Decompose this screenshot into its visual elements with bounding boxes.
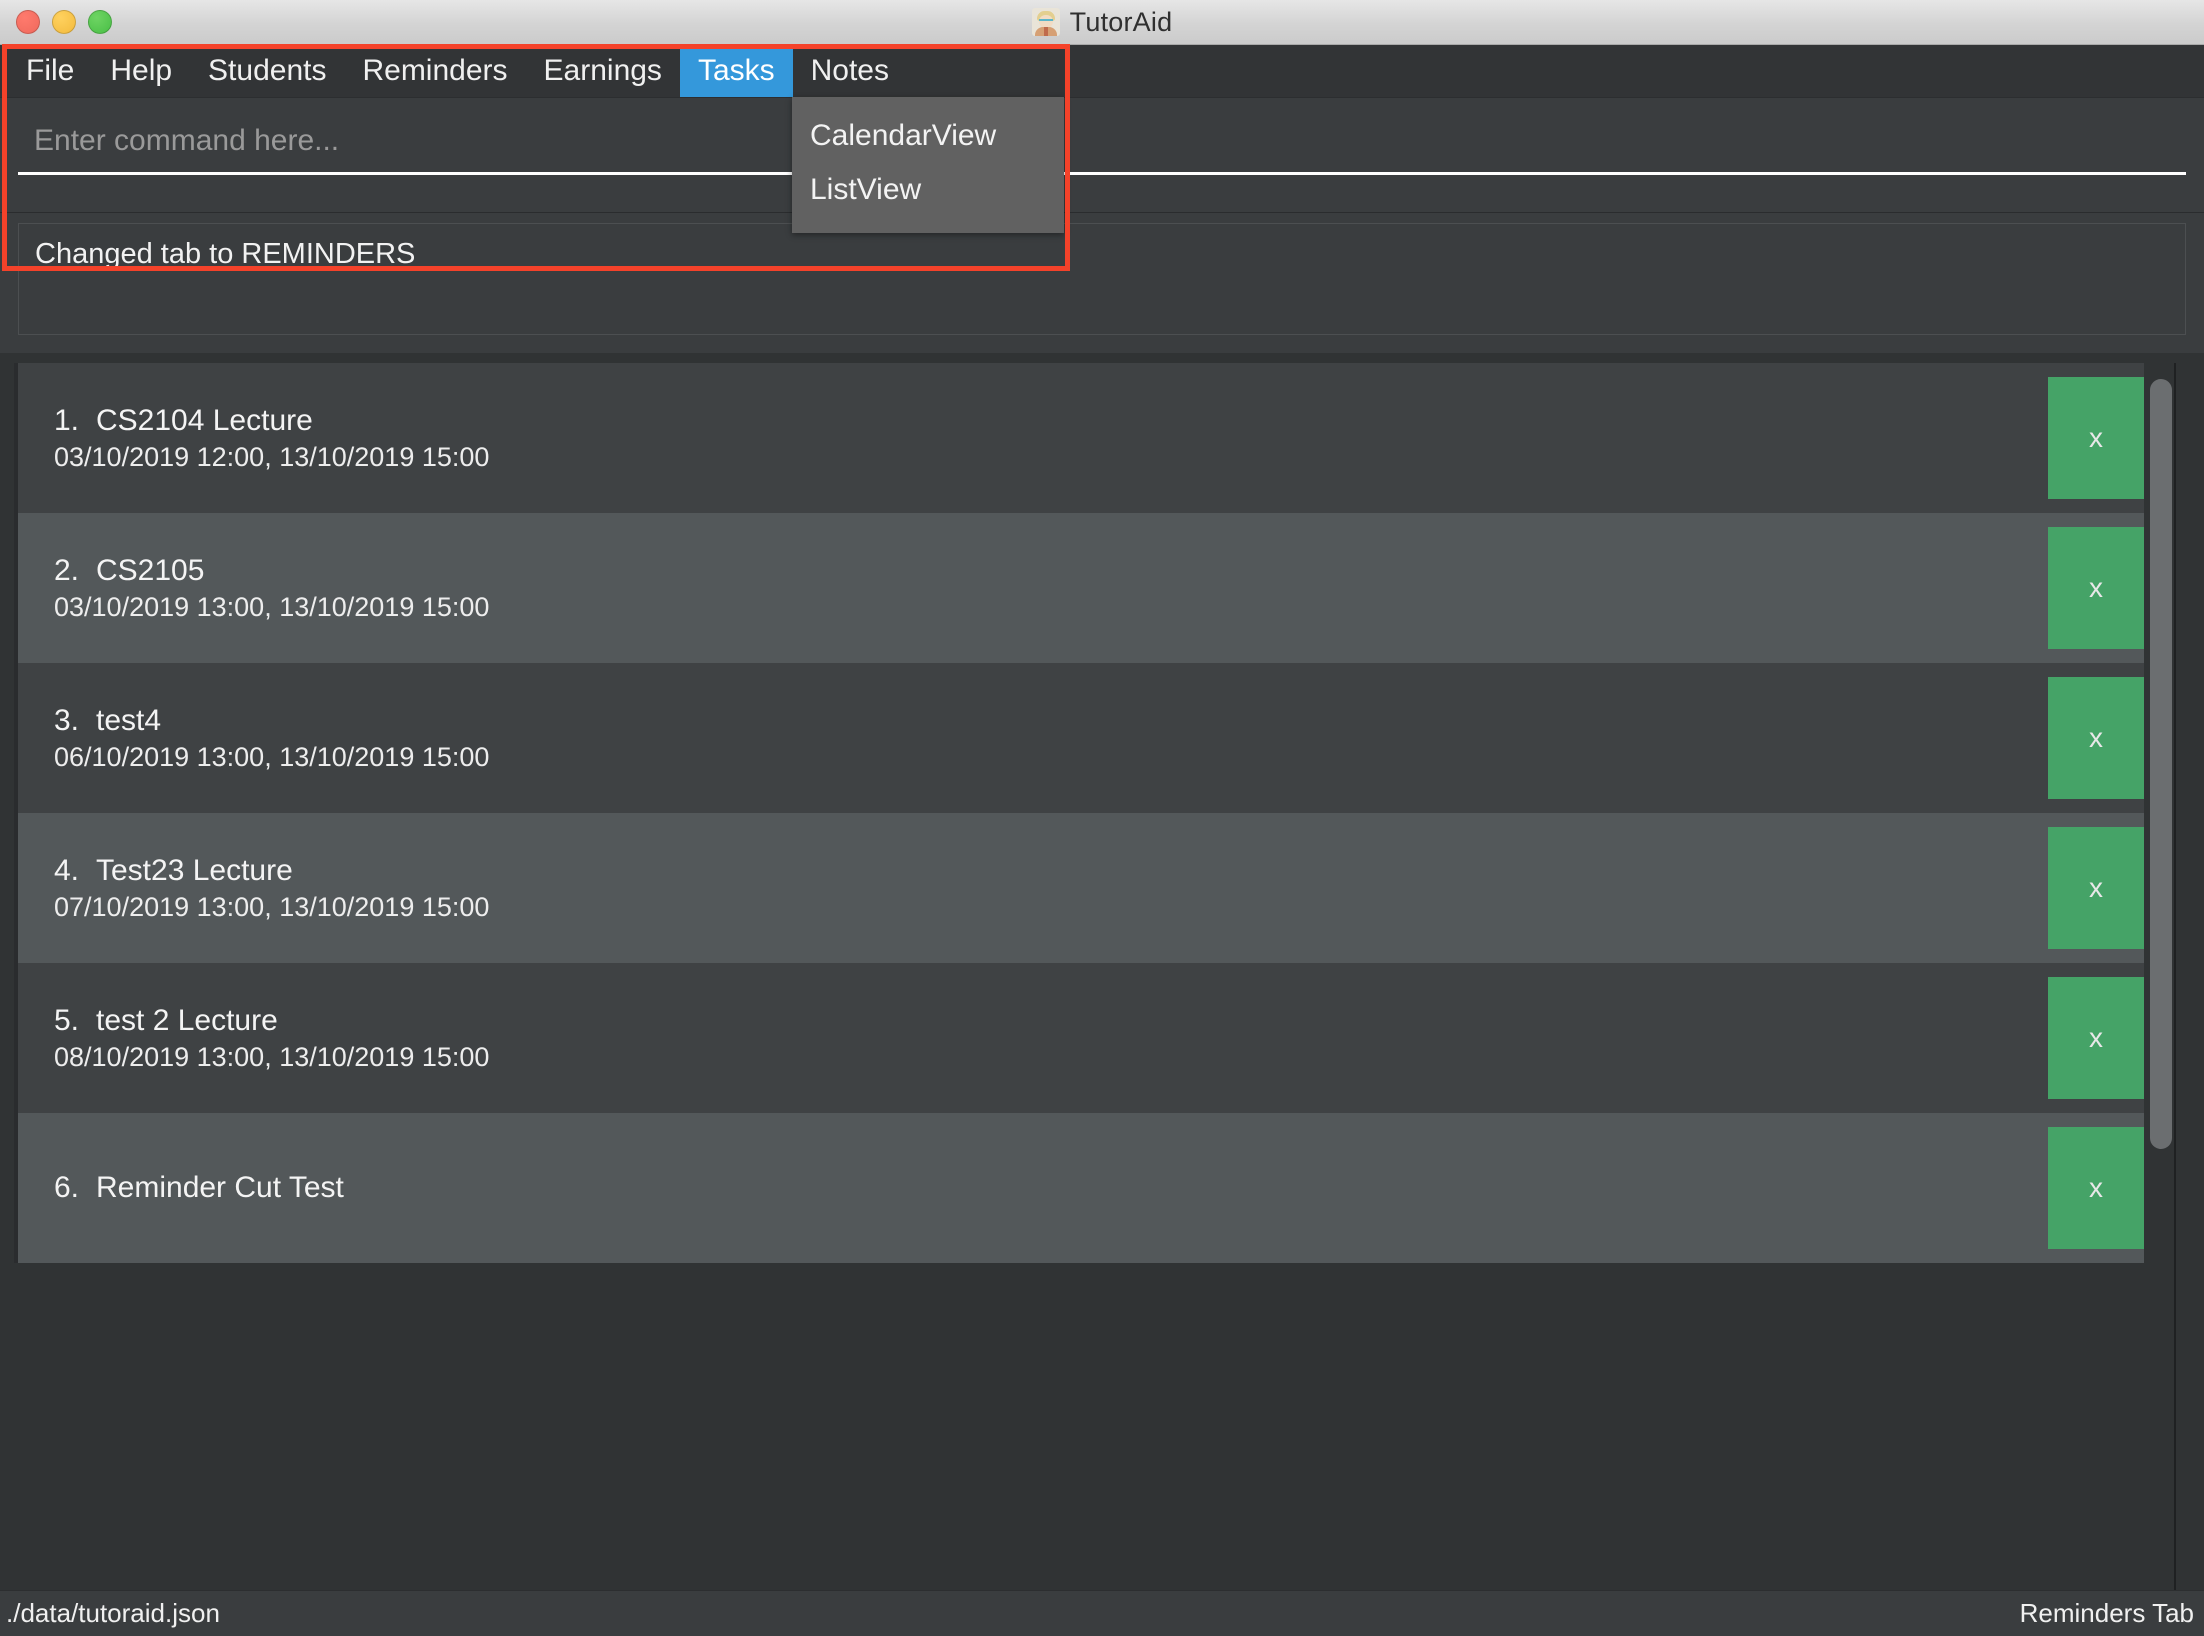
menu-item-earnings[interactable]: Earnings <box>526 45 680 97</box>
row-content: 6. Reminder Cut Test <box>18 1113 2048 1263</box>
menu-item-help[interactable]: Help <box>92 45 190 97</box>
result-display-box: Changed tab to REMINDERS <box>18 223 2186 335</box>
row-dates: 06/10/2019 13:00, 13/10/2019 15:00 <box>54 741 490 772</box>
row-name: Reminder Cut Test <box>96 1170 344 1204</box>
row-name: Test23 Lecture <box>96 853 293 887</box>
row-title: 5. test 2 Lecture <box>54 1002 2048 1040</box>
menu-item-notes[interactable]: Notes <box>793 45 907 97</box>
table-row[interactable]: 6. Reminder Cut Test x <box>14 1113 2144 1263</box>
title-bar: TutorAid <box>0 0 2204 45</box>
row-dates: 07/10/2019 13:00, 13/10/2019 15:00 <box>54 891 490 922</box>
status-bar: ./data/tutoraid.json Reminders Tab <box>0 1590 2204 1636</box>
menu-item-file[interactable]: File <box>8 45 92 97</box>
row-dates: 03/10/2019 12:00, 13/10/2019 15:00 <box>54 441 490 472</box>
window-title: TutorAid <box>1069 6 1173 37</box>
reminder-list-panel: 1. CS2104 Lecture 03/10/2019 12:00, 13/10… <box>0 353 2204 1590</box>
status-tab-label: Reminders Tab <box>2019 1598 2194 1628</box>
tasks-dropdown-menu: CalendarView ListView <box>792 97 1064 233</box>
row-dates: 08/10/2019 13:00, 13/10/2019 15:00 <box>54 1041 490 1072</box>
result-pane: Changed tab to REMINDERS <box>0 212 2204 347</box>
row-action-cell: x <box>2048 513 2144 663</box>
row-content: 5. test 2 Lecture 08/10/2019 13:00, 13/10… <box>18 963 2048 1113</box>
menu-bar: File Help Students Reminders Earnings Ta… <box>0 45 2204 97</box>
tutor-avatar-icon <box>1031 8 1060 36</box>
delete-reminder-button[interactable]: x <box>2048 1127 2144 1249</box>
delete-reminder-button[interactable]: x <box>2048 527 2144 649</box>
close-window-button[interactable] <box>16 10 40 34</box>
row-index: 6. <box>54 1170 80 1204</box>
row-action-cell: x <box>2048 813 2144 963</box>
row-content: 1. CS2104 Lecture 03/10/2019 12:00, 13/10… <box>18 363 2048 513</box>
row-name: CS2104 Lecture <box>96 403 313 437</box>
row-index: 2. <box>54 553 80 587</box>
row-title: 2. CS2105 <box>54 552 2048 590</box>
row-index: 5. <box>54 1003 80 1037</box>
row-action-cell: x <box>2048 363 2144 513</box>
row-content: 2. CS2105 03/10/2019 13:00, 13/10/2019 15… <box>18 513 2048 663</box>
row-index: 4. <box>54 853 80 887</box>
dropdown-item-listview[interactable]: ListView <box>792 163 1064 217</box>
reminder-list-viewport: 1. CS2104 Lecture 03/10/2019 12:00, 13/10… <box>14 363 2144 1590</box>
delete-reminder-button[interactable]: x <box>2048 677 2144 799</box>
scrollbar-track[interactable] <box>2174 363 2194 1590</box>
table-row[interactable]: 3. test4 06/10/2019 13:00, 13/10/2019 15:… <box>14 663 2144 813</box>
minimize-window-button[interactable] <box>52 10 76 34</box>
menu-item-tasks[interactable]: Tasks <box>679 45 793 97</box>
dropdown-item-calendarview[interactable]: CalendarView <box>792 109 1064 163</box>
delete-reminder-button[interactable]: x <box>2048 977 2144 1099</box>
window-controls <box>16 10 112 34</box>
row-title: 6. Reminder Cut Test <box>54 1169 2048 1207</box>
row-content: 3. test4 06/10/2019 13:00, 13/10/2019 15:… <box>18 663 2048 813</box>
result-text: Changed tab to REMINDERS <box>35 238 416 270</box>
row-content: 4. Test23 Lecture 07/10/2019 13:00, 13/10… <box>18 813 2048 963</box>
row-action-cell: x <box>2048 1113 2144 1263</box>
command-input[interactable] <box>18 120 2186 175</box>
title-center-group: TutorAid <box>0 0 2204 44</box>
list-scrollbar[interactable] <box>2148 363 2194 1590</box>
row-title: 1. CS2104 Lecture <box>54 402 2048 440</box>
row-title: 3. test4 <box>54 702 2048 740</box>
row-name: test 2 Lecture <box>96 1003 278 1037</box>
maximize-window-button[interactable] <box>88 10 112 34</box>
table-row[interactable]: 5. test 2 Lecture 08/10/2019 13:00, 13/10… <box>14 963 2144 1113</box>
menu-item-reminders[interactable]: Reminders <box>344 45 525 97</box>
row-index: 3. <box>54 703 80 737</box>
row-index: 1. <box>54 403 80 437</box>
row-action-cell: x <box>2048 963 2144 1113</box>
table-row[interactable]: 2. CS2105 03/10/2019 13:00, 13/10/2019 15… <box>14 513 2144 663</box>
row-name: test4 <box>96 703 162 737</box>
row-title: 4. Test23 Lecture <box>54 852 2048 890</box>
delete-reminder-button[interactable]: x <box>2048 827 2144 949</box>
delete-reminder-button[interactable]: x <box>2048 377 2144 499</box>
menu-item-students[interactable]: Students <box>190 45 344 97</box>
command-pane <box>0 97 2204 212</box>
table-row[interactable]: 4. Test23 Lecture 07/10/2019 13:00, 13/10… <box>14 813 2144 963</box>
scrollbar-thumb[interactable] <box>2150 379 2172 1149</box>
row-dates: 03/10/2019 13:00, 13/10/2019 15:00 <box>54 591 490 622</box>
app-window: TutorAid File Help Students Reminders Ea… <box>0 0 2204 1636</box>
row-action-cell: x <box>2048 663 2144 813</box>
status-file-path: ./data/tutoraid.json <box>6 1598 220 1628</box>
table-row[interactable]: 1. CS2104 Lecture 03/10/2019 12:00, 13/10… <box>14 363 2144 513</box>
row-name: CS2105 <box>96 553 205 587</box>
